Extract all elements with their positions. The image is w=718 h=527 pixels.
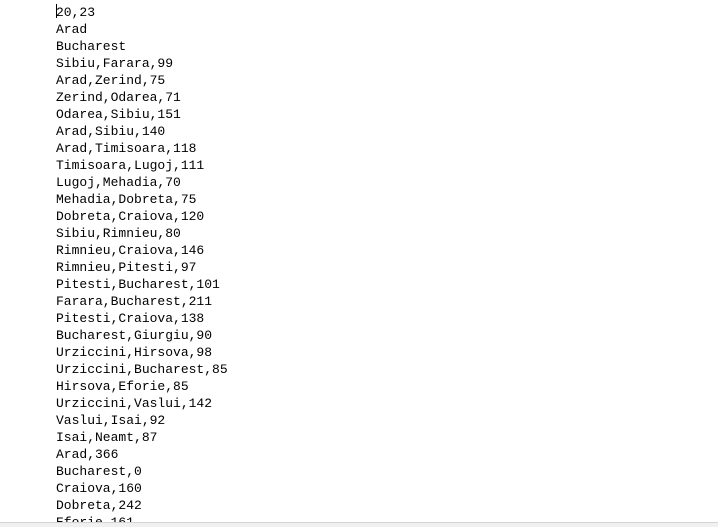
- text-line: Rimnieu,Pitesti,97: [56, 260, 197, 275]
- text-line: Bucharest,Giurgiu,90: [56, 328, 213, 343]
- text-line: Arad,366: [56, 447, 119, 462]
- text-line: Hirsova,Eforie,85: [56, 379, 189, 394]
- text-line: Dobreta,242: [56, 498, 142, 513]
- text-line: Arad,Zerind,75: [56, 73, 166, 88]
- text-line: Arad: [56, 22, 88, 37]
- text-line: Pitesti,Bucharest,101: [56, 277, 220, 292]
- text-line: Farara,Bucharest,211: [56, 294, 213, 309]
- text-line: 20,23: [56, 4, 228, 21]
- text-line: Sibiu,Rimnieu,80: [56, 226, 181, 241]
- text-line: Urziccini,Vaslui,142: [56, 396, 213, 411]
- text-line: Bucharest,0: [56, 464, 142, 479]
- text-line: Craiova,160: [56, 481, 142, 496]
- text-line: Odarea,Sibiu,151: [56, 107, 181, 122]
- text-line: Zerind,Odarea,71: [56, 90, 181, 105]
- text-line: Timisoara,Lugoj,111: [56, 158, 205, 173]
- text-line: Bucharest: [56, 39, 127, 54]
- text-line: Dobreta,Craiova,120: [56, 209, 205, 224]
- text-line: Lugoj,Mehadia,70: [56, 175, 181, 190]
- text-line: Arad,Sibiu,140: [56, 124, 166, 139]
- text-line: Sibiu,Farara,99: [56, 56, 174, 71]
- text-lines: 20,23 Arad Bucharest Sibiu,Farara,99 Ara…: [56, 4, 228, 522]
- text-line: Eforie,161: [56, 514, 228, 522]
- bottom-edge: [0, 522, 718, 527]
- text-line: Vaslui,Isai,92: [56, 413, 166, 428]
- text-line: Mehadia,Dobreta,75: [56, 192, 197, 207]
- line-text: 20,23: [56, 5, 96, 20]
- text-editor-area[interactable]: 20,23 Arad Bucharest Sibiu,Farara,99 Ara…: [0, 0, 718, 522]
- text-line: Arad,Timisoara,118: [56, 141, 197, 156]
- text-line: Urziccini,Bucharest,85: [56, 362, 228, 377]
- text-line: Rimnieu,Craiova,146: [56, 243, 205, 258]
- text-line: Urziccini,Hirsova,98: [56, 345, 213, 360]
- text-line: Pitesti,Craiova,138: [56, 311, 205, 326]
- text-line: Isai,Neamt,87: [56, 430, 158, 445]
